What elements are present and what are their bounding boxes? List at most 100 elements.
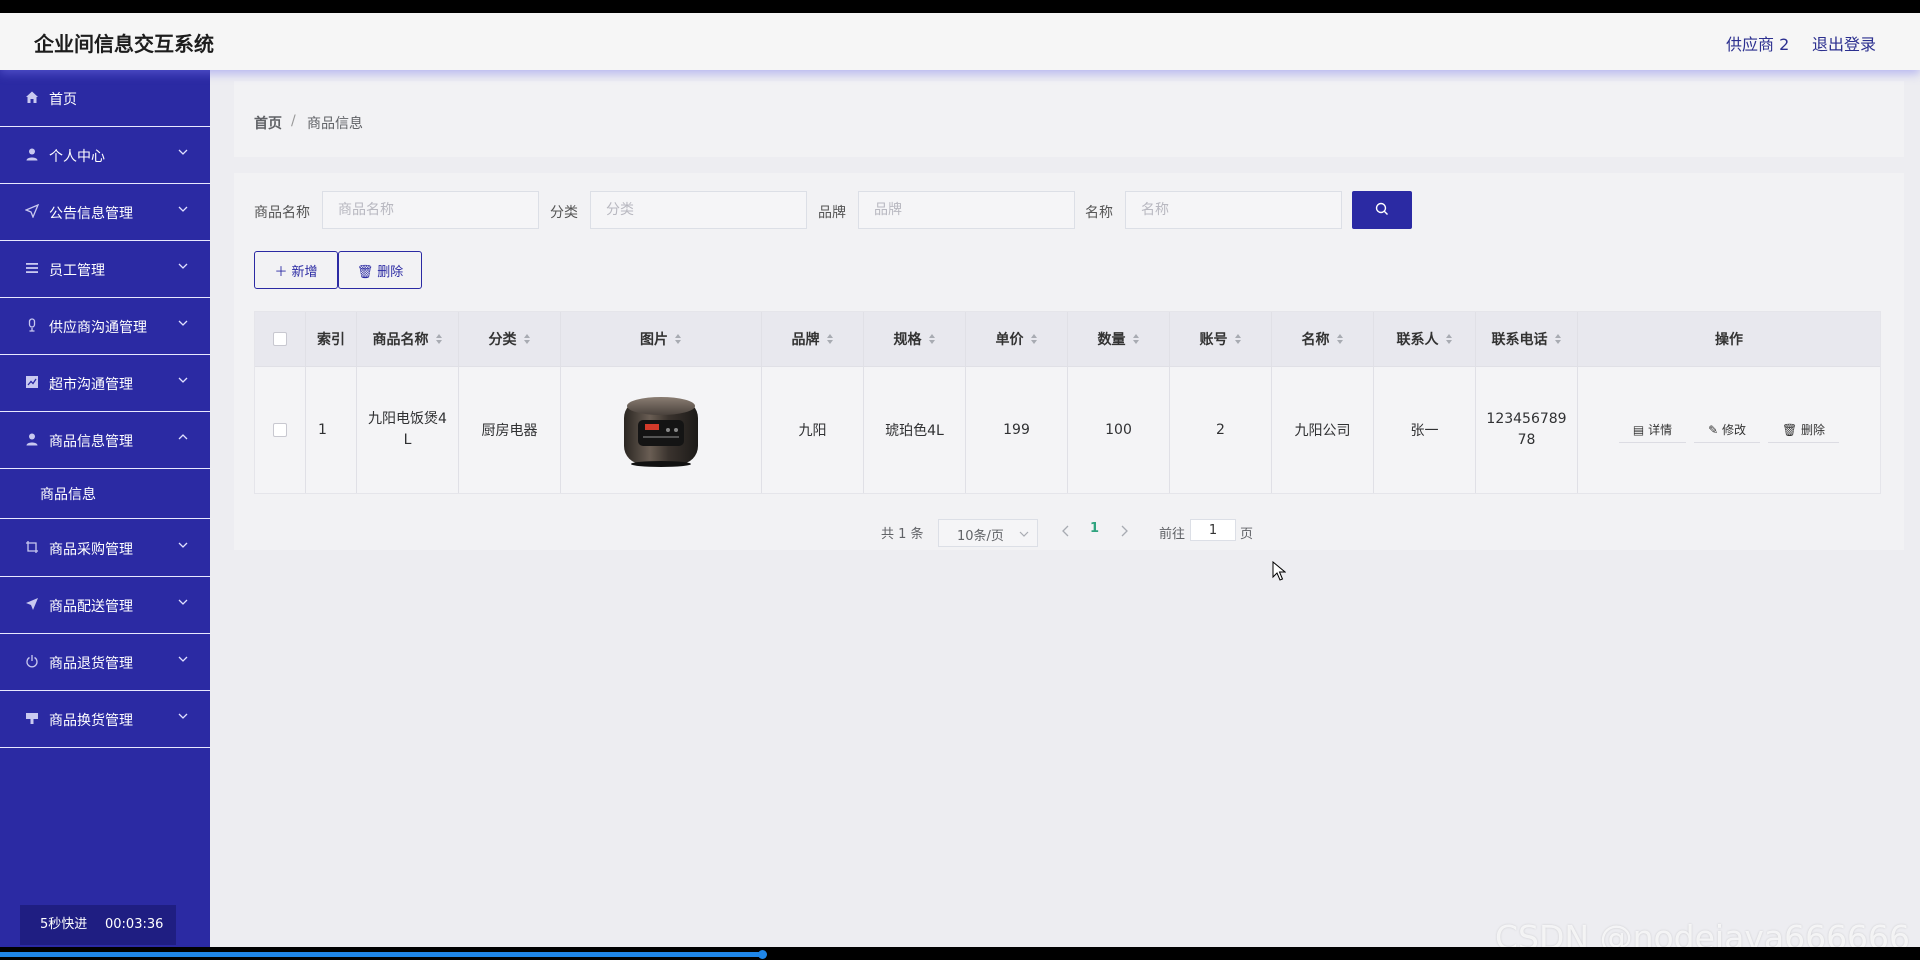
filter-label-name: 名称 (1085, 205, 1113, 221)
product-image-rice-cooker[interactable] (616, 390, 706, 470)
goto-suffix: 页 (1240, 527, 1254, 542)
sidebar-item-staff[interactable]: 员工管理 (0, 241, 210, 298)
col-category[interactable]: 分类 (459, 312, 561, 366)
detail-button[interactable]: ▤ 详情 (1618, 417, 1687, 443)
breadcrumb-home[interactable]: 首页 (254, 113, 282, 133)
name-input[interactable] (1125, 191, 1342, 229)
row-checkbox[interactable] (273, 423, 287, 437)
sidebar-item-notice[interactable]: 公告信息管理 (0, 184, 210, 241)
goto-page-input[interactable] (1190, 519, 1236, 541)
sort-icon (826, 334, 833, 344)
chevron-down-icon (178, 599, 188, 605)
product-name-input[interactable] (322, 191, 539, 229)
mouse-cursor-icon (1272, 561, 1286, 581)
chevron-up-icon (178, 434, 188, 440)
add-button[interactable]: ＋新增 (254, 251, 338, 289)
logout-link[interactable]: 退出登录 (1812, 31, 1876, 55)
next-page-icon[interactable] (1119, 525, 1129, 537)
cell-contact: 张一 (1374, 367, 1476, 493)
sidebar-item-return[interactable]: 商品退货管理 (0, 634, 210, 691)
sidebar-item-delivery[interactable]: 商品配送管理 (0, 577, 210, 634)
chevron-down-icon (1019, 531, 1029, 537)
col-spec[interactable]: 规格 (864, 312, 966, 366)
video-progress-handle[interactable] (758, 950, 768, 959)
cell-actions: ▤ 详情 ✎ 修改 🗑 删除 (1578, 367, 1880, 493)
send-icon (24, 203, 40, 219)
cell-quantity: 100 (1068, 367, 1170, 493)
sidebar-item-label: 商品配送管理 (49, 599, 133, 615)
video-progress-bar[interactable] (0, 947, 1920, 960)
top-bar: 企业间信息交互系统 供应商 2 退出登录 (0, 13, 1920, 70)
chevron-down-icon (178, 542, 188, 548)
sidebar-item-exchange[interactable]: 商品换货管理 (0, 691, 210, 748)
chevron-down-icon (178, 320, 188, 326)
menu-lines-icon (25, 261, 39, 275)
sidebar-item-label: 员工管理 (49, 263, 105, 279)
sidebar-item-purchase[interactable]: 商品采购管理 (0, 520, 210, 577)
page-size-value: 10条/页 (957, 529, 1004, 544)
col-index[interactable]: 索引 (306, 312, 357, 366)
sort-icon (1132, 334, 1139, 344)
cell-index: 1 (306, 367, 357, 493)
col-brand[interactable]: 品牌 (762, 312, 864, 366)
prev-page-icon[interactable] (1061, 525, 1071, 537)
select-all-cell (255, 312, 306, 366)
cell-phone: 12345678978 (1476, 367, 1578, 493)
table-header: 索引 商品名称 分类 图片 品牌 规格 单价 数量 账号 名称 联系人 联系电话… (255, 312, 1880, 367)
select-all-checkbox[interactable] (273, 332, 287, 346)
sidebar-item-home[interactable]: 首页 (0, 70, 210, 127)
category-input[interactable] (590, 191, 807, 229)
col-quantity[interactable]: 数量 (1068, 312, 1170, 366)
sort-icon (675, 334, 681, 344)
delete-button[interactable]: 🗑 删除 (338, 251, 422, 289)
breadcrumb-separator: / (291, 113, 296, 129)
sidebar-item-label: 供应商沟通管理 (49, 320, 147, 336)
chevron-down-icon (178, 377, 188, 383)
sidebar-subitem-product-info[interactable]: 商品信息 (0, 469, 210, 519)
brand-input[interactable] (858, 191, 1075, 229)
user-icon (25, 147, 39, 161)
cell-price: 199 (966, 367, 1068, 493)
sort-icon (1554, 334, 1561, 344)
page-size-select[interactable]: 10条/页 (938, 519, 1038, 547)
sort-icon (1030, 334, 1037, 344)
col-company[interactable]: 名称 (1272, 312, 1374, 366)
sort-icon (523, 334, 530, 344)
sidebar-item-product-info[interactable]: 商品信息管理 (0, 412, 210, 469)
plus-icon: ＋ (274, 264, 288, 280)
send-icon (25, 597, 39, 611)
chevron-down-icon (178, 713, 188, 719)
col-contact[interactable]: 联系人 (1374, 312, 1476, 366)
chevron-down-icon (178, 656, 188, 662)
elapsed-time: 00:03:36 (105, 917, 164, 932)
cell-company: 九阳公司 (1272, 367, 1374, 493)
sidebar-item-market-comm[interactable]: 超市沟通管理 (0, 355, 210, 412)
col-image[interactable]: 图片 (561, 312, 762, 366)
col-phone[interactable]: 联系电话 (1476, 312, 1578, 366)
sidebar-item-label: 商品退货管理 (49, 656, 133, 672)
microphone-icon (25, 318, 39, 332)
sidebar-item-profile[interactable]: 个人中心 (0, 127, 210, 184)
col-price[interactable]: 单价 (966, 312, 1068, 366)
sort-icon (1445, 334, 1452, 344)
row-select-cell (255, 367, 306, 493)
sidebar: 首页 个人中心 公告信息管理 员工管理 供应商沟通管理 超市沟通管理 商品信息管… (0, 70, 210, 947)
page-number-current[interactable]: 1 (1090, 521, 1099, 536)
col-product-name[interactable]: 商品名称 (357, 312, 459, 366)
sidebar-item-label: 个人中心 (49, 149, 105, 165)
chevron-down-icon (178, 206, 188, 212)
filter-label-category: 分类 (550, 205, 578, 221)
row-delete-button[interactable]: 🗑 删除 (1767, 417, 1840, 443)
col-account[interactable]: 账号 (1170, 312, 1272, 366)
sidebar-item-supplier-comm[interactable]: 供应商沟通管理 (0, 298, 210, 355)
cell-spec: 琥珀色4L (864, 367, 966, 493)
search-icon (1375, 202, 1388, 215)
sort-icon (928, 334, 935, 344)
chart-icon (25, 375, 39, 389)
edit-button[interactable]: ✎ 修改 (1694, 417, 1760, 443)
edit-icon: ✎ (1708, 423, 1722, 437)
filter-label-product-name: 商品名称 (254, 205, 310, 221)
user-icon (25, 432, 39, 446)
search-button[interactable] (1352, 191, 1412, 229)
pagination-total: 共 1 条 (881, 527, 924, 542)
